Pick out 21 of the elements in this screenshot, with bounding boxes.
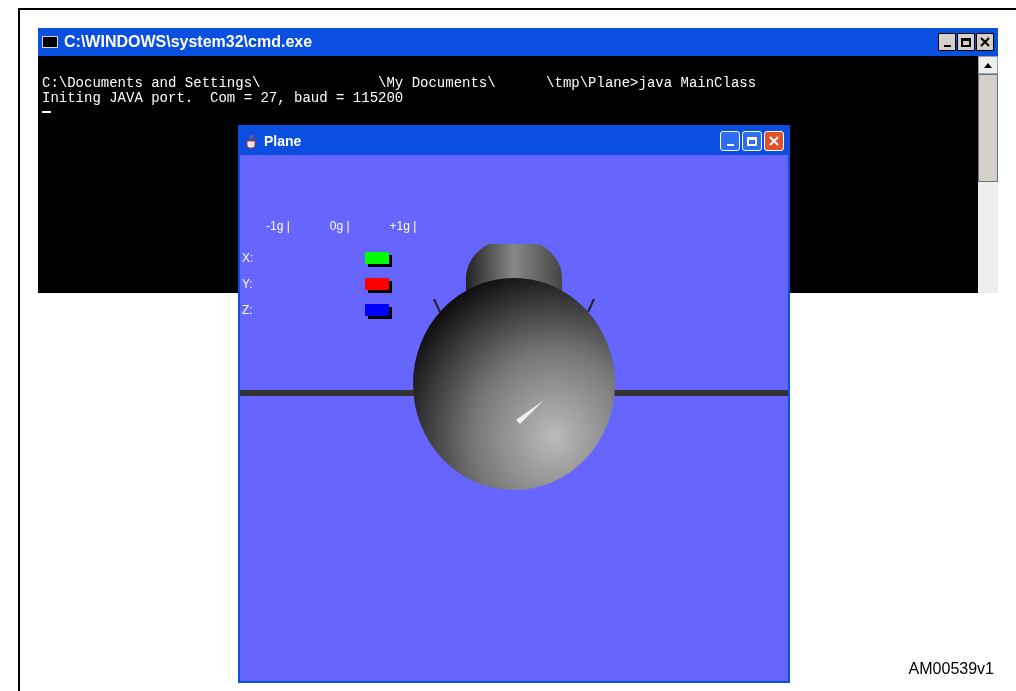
close-button[interactable] bbox=[976, 33, 994, 51]
figure-id: AM00539v1 bbox=[908, 659, 994, 679]
maximize-button[interactable] bbox=[957, 33, 975, 51]
scroll-up-icon[interactable] bbox=[978, 56, 998, 74]
minimize-button[interactable] bbox=[938, 33, 956, 51]
cursor bbox=[42, 111, 51, 113]
scale-label: 0g | bbox=[329, 218, 350, 235]
axis-label: Z: bbox=[241, 302, 254, 319]
console-icon bbox=[42, 36, 58, 48]
close-icon bbox=[980, 37, 990, 47]
window-title: C:\WINDOWS\system32\cmd.exe bbox=[64, 32, 314, 52]
close-icon bbox=[769, 136, 779, 146]
axis-label: X: bbox=[241, 250, 255, 267]
scrollbar[interactable] bbox=[978, 56, 998, 293]
console-line: C:\Documents and Settings\ \My Documents\ \tmp\Plane>java MainClass bbox=[42, 76, 758, 91]
console-line: Initing JAVA port. Com = 27, baud = 115200 bbox=[42, 91, 405, 106]
axis-label: Y: bbox=[241, 276, 254, 293]
scale-label: -1g | bbox=[266, 218, 290, 235]
window-title: Plane bbox=[264, 131, 303, 151]
scroll-thumb[interactable] bbox=[978, 74, 998, 182]
scale-label: +1g | bbox=[389, 218, 417, 235]
